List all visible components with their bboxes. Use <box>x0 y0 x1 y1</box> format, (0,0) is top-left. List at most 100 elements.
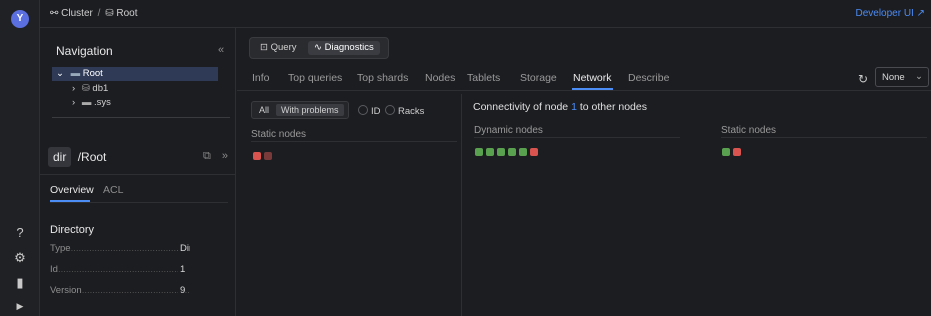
node-status-square[interactable] <box>497 148 505 156</box>
breadcrumb-root[interactable]: Root <box>116 8 137 19</box>
node-status-square[interactable] <box>530 148 538 156</box>
tab-overview[interactable]: Overview <box>50 184 94 196</box>
navigation-panel: Navigation « ⌄ ▬ Root › ⛁ db1 › ▬ .sys d… <box>40 28 236 316</box>
refresh-icon[interactable]: ↻ <box>858 72 868 86</box>
collapse-icon[interactable]: « <box>218 44 224 56</box>
select-value: None <box>882 72 905 83</box>
field-label: Type <box>50 243 71 254</box>
cluster-icon: ⚯ <box>50 8 59 19</box>
node-status-square[interactable] <box>519 148 527 156</box>
tree-item-label: .sys <box>93 97 111 108</box>
dynamic-node-list <box>475 148 538 156</box>
section-title: Directory <box>50 224 95 236</box>
breadcrumb-separator: / <box>97 8 101 19</box>
node-status-square[interactable] <box>733 148 741 156</box>
tab-tablets[interactable]: Tablets <box>467 72 500 84</box>
navigation-title: Navigation <box>56 44 113 58</box>
breadcrumb-cluster[interactable]: Cluster <box>61 8 93 19</box>
tree-item-sys[interactable]: › ▬ .sys <box>52 96 218 110</box>
divider <box>251 141 457 142</box>
pulse-icon: ∿ <box>314 42 322 53</box>
dynamic-nodes-label: Dynamic nodes <box>474 125 543 136</box>
node-status-square[interactable] <box>475 148 483 156</box>
divider <box>50 202 228 203</box>
checkbox-icon <box>358 105 368 115</box>
filter-with-problems-button[interactable]: With problems <box>276 104 344 116</box>
query-label: Query <box>270 42 297 53</box>
field-value: 1 <box>178 264 186 275</box>
field-value: 9 <box>178 285 186 296</box>
divider <box>721 137 927 138</box>
divider <box>474 137 680 138</box>
object-actions: ⧉ » <box>203 150 228 163</box>
tab-describe[interactable]: Describe <box>628 72 669 84</box>
folder-icon: ▬ <box>70 68 81 79</box>
node-status-square[interactable] <box>508 148 516 156</box>
tab-top-shards[interactable]: Top shards <box>357 72 408 84</box>
chevron-down-icon[interactable]: ⌄ <box>52 68 64 79</box>
info-row-version: Version.................................… <box>50 285 190 296</box>
field-label: Version <box>50 285 82 296</box>
tree-item-label: db1 <box>92 83 109 94</box>
terminal-icon: ⊡ <box>260 42 268 53</box>
left-rail: Y ? ⚙ ▮ ▶ <box>0 0 40 316</box>
tab-storage[interactable]: Storage <box>520 72 557 84</box>
node-status-square[interactable] <box>722 148 730 156</box>
database-icon: ⛁ <box>105 8 114 19</box>
node-id-link[interactable]: 1 <box>571 101 577 113</box>
checkbox-label: ID <box>371 106 381 117</box>
tree-item-db1[interactable]: › ⛁ db1 <box>52 82 218 96</box>
connectivity-prefix: Connectivity of node <box>473 101 569 113</box>
diagnostics-label: Diagnostics <box>324 42 374 53</box>
tree-item-label: Root <box>82 68 103 79</box>
tab-top-queries[interactable]: Top queries <box>288 72 342 84</box>
database-icon: ⛁ <box>81 83 90 94</box>
expand-icon[interactable]: ▶ <box>12 298 28 314</box>
tab-info[interactable]: Info <box>252 72 270 84</box>
static-nodes-right-label: Static nodes <box>721 125 777 136</box>
chevron-right-icon[interactable]: › <box>72 97 75 108</box>
connectivity-suffix: to other nodes <box>579 101 647 113</box>
racks-checkbox[interactable]: Racks <box>385 105 424 117</box>
copy-icon[interactable]: ⧉ <box>203 150 211 162</box>
tab-acl[interactable]: ACL <box>103 184 123 196</box>
developer-ui-link[interactable]: Developer UI ↗ <box>855 8 925 19</box>
breadcrumb: ⚯ Cluster / ⛁ Root <box>50 8 138 19</box>
refresh-interval-select[interactable]: None ⌄ <box>875 67 929 87</box>
object-title: dir /Root <box>48 147 107 167</box>
developer-ui-label: Developer UI <box>855 8 914 19</box>
checkbox-icon <box>385 105 395 115</box>
type-badge: dir <box>48 147 72 167</box>
node-status-square[interactable] <box>486 148 494 156</box>
app-logo-icon[interactable]: Y <box>11 10 29 28</box>
settings-icon[interactable]: ⚙ <box>12 250 28 266</box>
static-node-list <box>722 148 741 156</box>
tab-nodes[interactable]: Nodes <box>425 72 455 84</box>
static-node-list <box>253 152 272 160</box>
id-checkbox[interactable]: ID <box>358 105 381 117</box>
field-value: Dir <box>178 243 190 254</box>
object-header: dir /Root ⧉ » <box>48 144 234 170</box>
tab-network[interactable]: Network <box>573 72 612 84</box>
header: ⚯ Cluster / ⛁ Root Developer UI ↗ <box>40 0 931 28</box>
query-mode-button[interactable]: ⊡ Query <box>254 41 302 55</box>
connectivity-title: Connectivity of node 1 to other nodes <box>473 101 647 113</box>
divider <box>40 174 236 175</box>
collapse-down-icon[interactable]: » <box>222 150 228 162</box>
node-status-square[interactable] <box>264 152 272 160</box>
divider <box>237 90 931 91</box>
node-status-square[interactable] <box>253 152 261 160</box>
docs-icon[interactable]: ▮ <box>12 275 28 291</box>
vertical-divider <box>461 94 462 316</box>
object-path: /Root <box>77 150 107 164</box>
help-icon[interactable]: ? <box>12 225 28 241</box>
tree-item-root[interactable]: ⌄ ▬ Root <box>52 67 218 81</box>
chevron-right-icon[interactable]: › <box>72 83 75 94</box>
chevron-down-icon: ⌄ <box>915 71 923 82</box>
diagnostics-mode-button[interactable]: ∿ Diagnostics <box>308 41 380 55</box>
field-label: Id <box>50 264 58 275</box>
folder-icon: ▬ <box>81 97 92 108</box>
filter-all-button[interactable]: All <box>254 104 274 116</box>
checkbox-label: Racks <box>398 106 425 117</box>
external-link-icon: ↗ <box>916 8 925 19</box>
